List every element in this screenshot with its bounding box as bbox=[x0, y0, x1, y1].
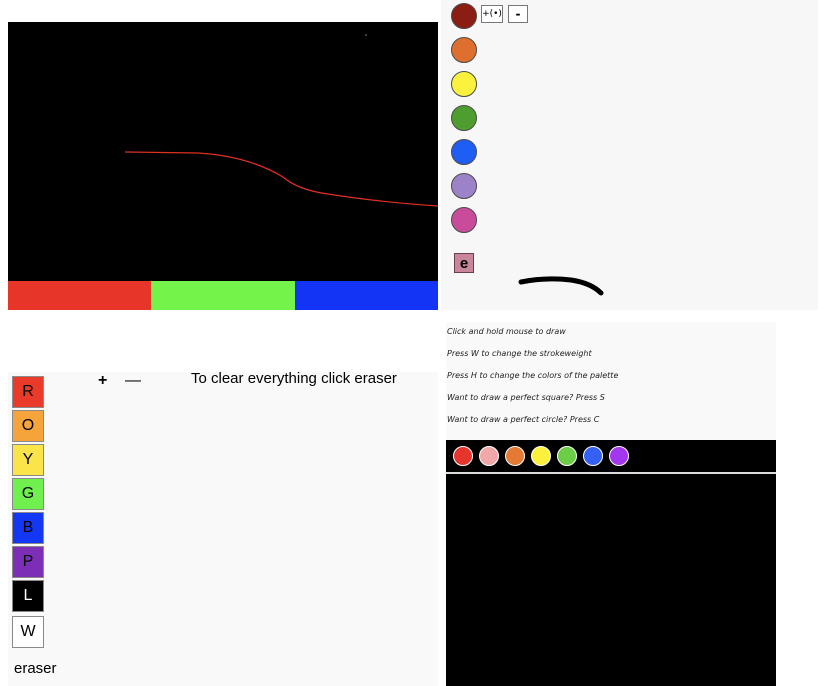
key-yellow[interactable]: Y bbox=[12, 444, 44, 476]
key-red[interactable]: R bbox=[12, 376, 44, 408]
key-green[interactable]: G bbox=[12, 478, 44, 510]
strip-red[interactable] bbox=[8, 281, 152, 310]
panel2-drawing bbox=[518, 276, 604, 296]
eraser-label[interactable]: eraser bbox=[14, 660, 57, 677]
minus-button[interactable]: — bbox=[125, 372, 141, 390]
palette-dot-green[interactable] bbox=[557, 446, 577, 466]
strip-blue[interactable] bbox=[294, 281, 438, 310]
palette-dot-yellow[interactable] bbox=[531, 446, 551, 466]
key-label: Y bbox=[22, 451, 34, 468]
canvas-1-drawing bbox=[124, 34, 438, 207]
instruction-line: Press H to change the colors of the pale… bbox=[447, 371, 619, 380]
swatch-lavender[interactable] bbox=[451, 173, 477, 199]
instruction-line: Click and hold mouse to draw bbox=[447, 327, 566, 336]
key-blue[interactable]: B bbox=[12, 512, 44, 544]
swatch-yellow[interactable] bbox=[451, 71, 477, 97]
palette-dot-orange[interactable] bbox=[505, 446, 525, 466]
strokeweight-up-button[interactable]: +(•) bbox=[481, 5, 503, 23]
palette-dot-red[interactable] bbox=[453, 446, 473, 466]
plus-button[interactable]: + bbox=[98, 372, 107, 390]
clear-hint: To clear everything click eraser bbox=[191, 370, 397, 387]
key-label: B bbox=[22, 519, 34, 536]
key-white[interactable]: W bbox=[12, 616, 44, 648]
palette-bar bbox=[446, 440, 776, 472]
strip-green[interactable] bbox=[151, 281, 295, 310]
swatch-blue[interactable] bbox=[451, 139, 477, 165]
red-stroke bbox=[124, 151, 438, 207]
key-label: R bbox=[22, 383, 34, 400]
instruction-line: Want to draw a perfect square? Press S bbox=[447, 393, 605, 402]
palette-dot-blue[interactable] bbox=[583, 446, 603, 466]
instruction-line: Press W to change the strokeweight bbox=[447, 349, 592, 358]
swatch-green[interactable] bbox=[451, 105, 477, 131]
eraser-button[interactable]: e bbox=[454, 253, 474, 273]
drawing-canvas-4[interactable] bbox=[446, 474, 776, 686]
swatch-dark-red[interactable] bbox=[451, 3, 477, 29]
black-stroke bbox=[518, 276, 604, 296]
swatch-orange[interactable] bbox=[451, 37, 477, 63]
key-label: G bbox=[21, 485, 35, 502]
key-label: L bbox=[23, 587, 33, 604]
palette-dot-purple[interactable] bbox=[609, 446, 629, 466]
key-purple[interactable]: P bbox=[12, 546, 44, 578]
key-black[interactable]: L bbox=[12, 580, 44, 612]
swatch-panel: +(•) - e bbox=[441, 0, 818, 310]
key-label: W bbox=[20, 623, 36, 640]
key-orange[interactable]: O bbox=[12, 410, 44, 442]
drawing-canvas-1[interactable] bbox=[8, 22, 438, 281]
instructions-panel: Click and hold mouse to draw Press W to … bbox=[446, 322, 776, 440]
key-legend-panel: R O Y G B P L W + — To clear everything … bbox=[8, 370, 438, 686]
color-strip bbox=[8, 281, 438, 310]
canvas-speck bbox=[365, 34, 367, 36]
key-label: O bbox=[21, 417, 35, 434]
strokeweight-down-button[interactable]: - bbox=[508, 5, 528, 23]
instruction-line: Want to draw a perfect circle? Press C bbox=[447, 415, 600, 424]
swatch-magenta[interactable] bbox=[451, 207, 477, 233]
key-label: P bbox=[22, 553, 34, 570]
palette-dot-pink[interactable] bbox=[479, 446, 499, 466]
